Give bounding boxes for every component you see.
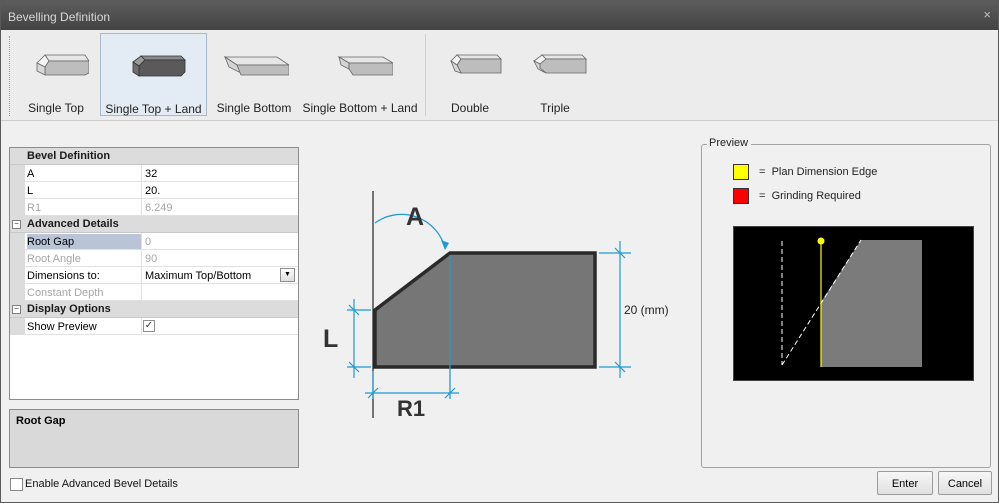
red-swatch <box>733 188 749 204</box>
column-divider <box>141 233 142 250</box>
single-top-label: Single Top <box>28 101 84 115</box>
preview-drawing <box>781 237 922 367</box>
single-top-land-button[interactable]: Single Top + Land <box>100 33 207 116</box>
close-icon[interactable]: × <box>983 7 991 22</box>
single-bottom-button[interactable]: Single Bottom <box>210 33 298 116</box>
thickness-label: 20 (mm) <box>624 303 669 317</box>
single-bottom-land-button[interactable]: Single Bottom + Land <box>300 33 420 116</box>
bevelling-definition-dialog: Bevelling Definition × Single Top Single… <box>0 0 999 503</box>
cancel-button[interactable]: Cancel <box>938 471 992 495</box>
collapse-icon[interactable]: − <box>12 220 21 229</box>
single-top-land-bevel-icon <box>131 55 186 77</box>
ribbon-grip <box>9 36 11 116</box>
row-gutter <box>10 233 25 250</box>
title-bar[interactable]: Bevelling Definition × <box>1 1 998 31</box>
legend-text: = Grinding Required <box>759 190 861 202</box>
bevel-diagram: A L R1 20 (mm) <box>323 191 669 421</box>
property-row-root-angle[interactable]: Root Angle 90 <box>10 250 298 267</box>
bevel-type-ribbon: Single Top Single Top + Land Single Bott… <box>1 30 998 121</box>
column-divider <box>141 165 142 182</box>
triple-bevel-icon <box>533 54 587 74</box>
property-row-a[interactable]: A 32 <box>10 165 298 182</box>
column-divider <box>141 199 142 216</box>
row-gutter <box>10 284 25 301</box>
dropdown-arrow-icon[interactable]: ▼ <box>280 268 295 282</box>
single-bottom-bevel-icon <box>223 55 289 76</box>
checkbox-box[interactable] <box>10 478 23 491</box>
double-button[interactable]: Double <box>429 33 511 116</box>
single-bottom-label: Single Bottom <box>216 101 292 115</box>
double-bevel-icon <box>450 54 502 74</box>
legend-text: = Plan Dimension Edge <box>759 166 878 178</box>
land-label: L <box>323 325 338 353</box>
r1-label: R1 <box>397 396 425 421</box>
single-bottom-land-bevel-icon <box>337 56 393 76</box>
enter-button[interactable]: Enter <box>877 471 933 495</box>
ribbon-separator <box>425 34 426 116</box>
property-name: A <box>27 168 35 180</box>
preview-title: Preview <box>707 137 752 149</box>
row-gutter <box>10 182 25 199</box>
property-row-show-preview[interactable]: Show Preview ✓ <box>10 318 298 335</box>
row-gutter <box>10 165 25 182</box>
triple-button[interactable]: Triple <box>513 33 597 116</box>
property-value-a[interactable]: 32 <box>145 168 157 180</box>
window-title: Bevelling Definition <box>8 10 111 24</box>
property-row-l[interactable]: L 20. <box>10 182 298 199</box>
column-divider <box>141 250 142 267</box>
row-gutter <box>10 318 25 335</box>
column-divider <box>141 267 142 284</box>
property-name: Show Preview <box>27 321 97 333</box>
preview-group: Preview = Plan Dimension Edge = Grinding… <box>701 137 991 468</box>
single-top-bevel-icon <box>36 54 89 76</box>
property-value-l[interactable]: 20. <box>145 185 160 197</box>
enable-advanced-label: Enable Advanced Bevel Details <box>25 478 178 490</box>
angle-label: A <box>406 203 424 231</box>
property-name: R1 <box>27 202 42 214</box>
column-divider <box>141 318 142 335</box>
category-title: Advanced Details <box>27 218 119 230</box>
show-preview-checkbox[interactable]: ✓ <box>143 320 155 332</box>
category-advanced-details[interactable]: − Advanced Details <box>10 216 298 233</box>
property-value-r1: 6.249 <box>145 202 173 214</box>
angle-arrowhead <box>441 240 449 250</box>
property-row-root-gap[interactable]: Root Gap 0 <box>10 233 298 250</box>
row-gutter <box>10 267 25 284</box>
property-row-dimensions-to[interactable]: Dimensions to: Maximum Top/Bottom ▼ <box>10 267 298 284</box>
category-display-options[interactable]: − Display Options <box>10 301 298 318</box>
double-label: Double <box>450 101 490 115</box>
row-gutter <box>10 250 25 267</box>
category-title: Display Options <box>27 303 111 315</box>
category-title: Bevel Definition <box>27 150 111 162</box>
property-grid: Bevel Definition A 32 L 20. R1 6.249 − A… <box>9 147 299 400</box>
property-description-panel: Root Gap <box>9 409 299 468</box>
property-row-r1[interactable]: R1 6.249 <box>10 199 298 216</box>
property-name: Constant Depth <box>27 287 104 299</box>
row-gutter <box>10 199 25 216</box>
property-name: Root Gap <box>27 234 141 249</box>
property-value-root-angle: 90 <box>145 253 158 265</box>
preview-plate <box>821 240 922 367</box>
yellow-swatch <box>733 164 749 180</box>
property-name: Root Angle <box>27 253 81 265</box>
property-row-constant-depth[interactable]: Constant Depth <box>10 284 298 301</box>
column-divider <box>141 182 142 199</box>
category-bevel-definition[interactable]: Bevel Definition <box>10 148 298 165</box>
triple-label: Triple <box>540 101 570 115</box>
property-value-root-gap: 0 <box>145 236 152 248</box>
column-divider <box>141 284 142 301</box>
collapse-icon[interactable]: − <box>12 305 21 314</box>
single-top-land-label: Single Top + Land <box>105 102 202 116</box>
plate-profile <box>373 251 597 369</box>
preview-canvas <box>733 226 974 381</box>
single-bottom-land-label: Single Bottom + Land <box>302 101 418 115</box>
single-top-button[interactable]: Single Top <box>12 33 100 116</box>
property-name: L <box>27 185 34 197</box>
preview-edge-point <box>817 237 825 245</box>
description-title: Root Gap <box>16 415 66 427</box>
property-name: Dimensions to: <box>27 270 100 282</box>
dimensions-to-value[interactable]: Maximum Top/Bottom <box>145 270 251 282</box>
